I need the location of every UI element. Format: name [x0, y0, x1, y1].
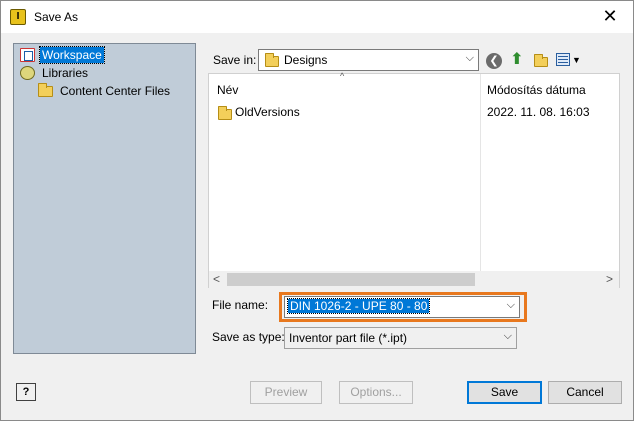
chevron-down-icon[interactable]: ⌵ [507, 299, 515, 312]
place-label: Content Center Files [60, 84, 171, 98]
file-name-value: DIN 1026-2 - UPE 80 - 80 [286, 298, 431, 314]
save-button[interactable]: Save [467, 381, 542, 404]
file-name-label: File name: [212, 298, 269, 312]
place-content-center-files[interactable]: Content Center Files [38, 83, 188, 99]
view-list-icon [556, 53, 570, 66]
file-name-cell: OldVersions [235, 105, 300, 119]
new-folder-icon [534, 54, 548, 67]
file-date-cell: 2022. 11. 08. 16:03 [487, 105, 590, 119]
place-libraries[interactable]: Libraries [20, 65, 180, 81]
preview-button[interactable]: Preview [250, 381, 322, 404]
views-menu-button[interactable]: ▼ [554, 50, 582, 70]
list-item[interactable]: OldVersions 2022. 11. 08. 16:03 [209, 102, 619, 122]
cancel-button[interactable]: Cancel [548, 381, 622, 404]
save-in-label: Save in: [213, 53, 257, 67]
title-bar: I Save As ✕ [1, 1, 633, 33]
chevron-down-icon: ⌵ [503, 330, 512, 342]
workspace-icon [20, 48, 35, 62]
file-name-input[interactable]: DIN 1026-2 - UPE 80 - 80 ⌵ [284, 296, 520, 318]
places-bar: Workspace Libraries Content Center Files [13, 43, 196, 354]
chevron-down-icon: ⌵ [465, 52, 474, 64]
place-workspace[interactable]: Workspace [20, 46, 180, 64]
file-list: ^ Név Módosítás dátuma OldVersions 2022.… [208, 71, 620, 288]
up-one-level-button[interactable]: ⬆ [507, 50, 527, 70]
help-button[interactable]: ? [16, 383, 36, 401]
save-as-dialog: I Save As ✕ Workspace Libraries Content … [0, 0, 634, 421]
scroll-left-icon[interactable]: < [213, 272, 220, 286]
folder-icon [218, 106, 232, 120]
scroll-right-icon[interactable]: > [606, 272, 613, 286]
options-button[interactable]: Options... [339, 381, 413, 404]
place-label: Libraries [42, 66, 89, 80]
back-button[interactable]: ❮ [484, 50, 504, 70]
libraries-icon [20, 66, 35, 80]
new-folder-button[interactable] [531, 50, 551, 70]
save-as-type-value: Inventor part file (*.ipt) [289, 331, 408, 345]
back-arrow-icon: ❮ [486, 53, 502, 69]
save-as-type-label: Save as type: [212, 330, 285, 344]
save-in-dropdown[interactable]: Designs ⌵ [258, 49, 479, 71]
scrollbar-thumb[interactable] [227, 273, 475, 286]
place-label: Workspace [39, 46, 105, 64]
horizontal-scrollbar[interactable]: < > [209, 271, 619, 288]
column-header-name[interactable]: Név [217, 83, 238, 97]
inventor-app-icon: I [10, 9, 26, 25]
close-icon[interactable]: ✕ [587, 1, 633, 33]
window-title: Save As [34, 10, 79, 24]
dropdown-arrow-icon: ▼ [572, 55, 581, 65]
sort-ascending-icon: ^ [340, 71, 345, 81]
folder-icon [38, 83, 53, 97]
folder-up-icon: ⬆ [510, 51, 524, 68]
folder-icon [265, 53, 279, 67]
save-in-value: Designs [284, 53, 328, 67]
save-as-type-dropdown[interactable]: Inventor part file (*.ipt) ⌵ [284, 327, 517, 349]
column-header-date-modified[interactable]: Módosítás dátuma [487, 83, 586, 97]
